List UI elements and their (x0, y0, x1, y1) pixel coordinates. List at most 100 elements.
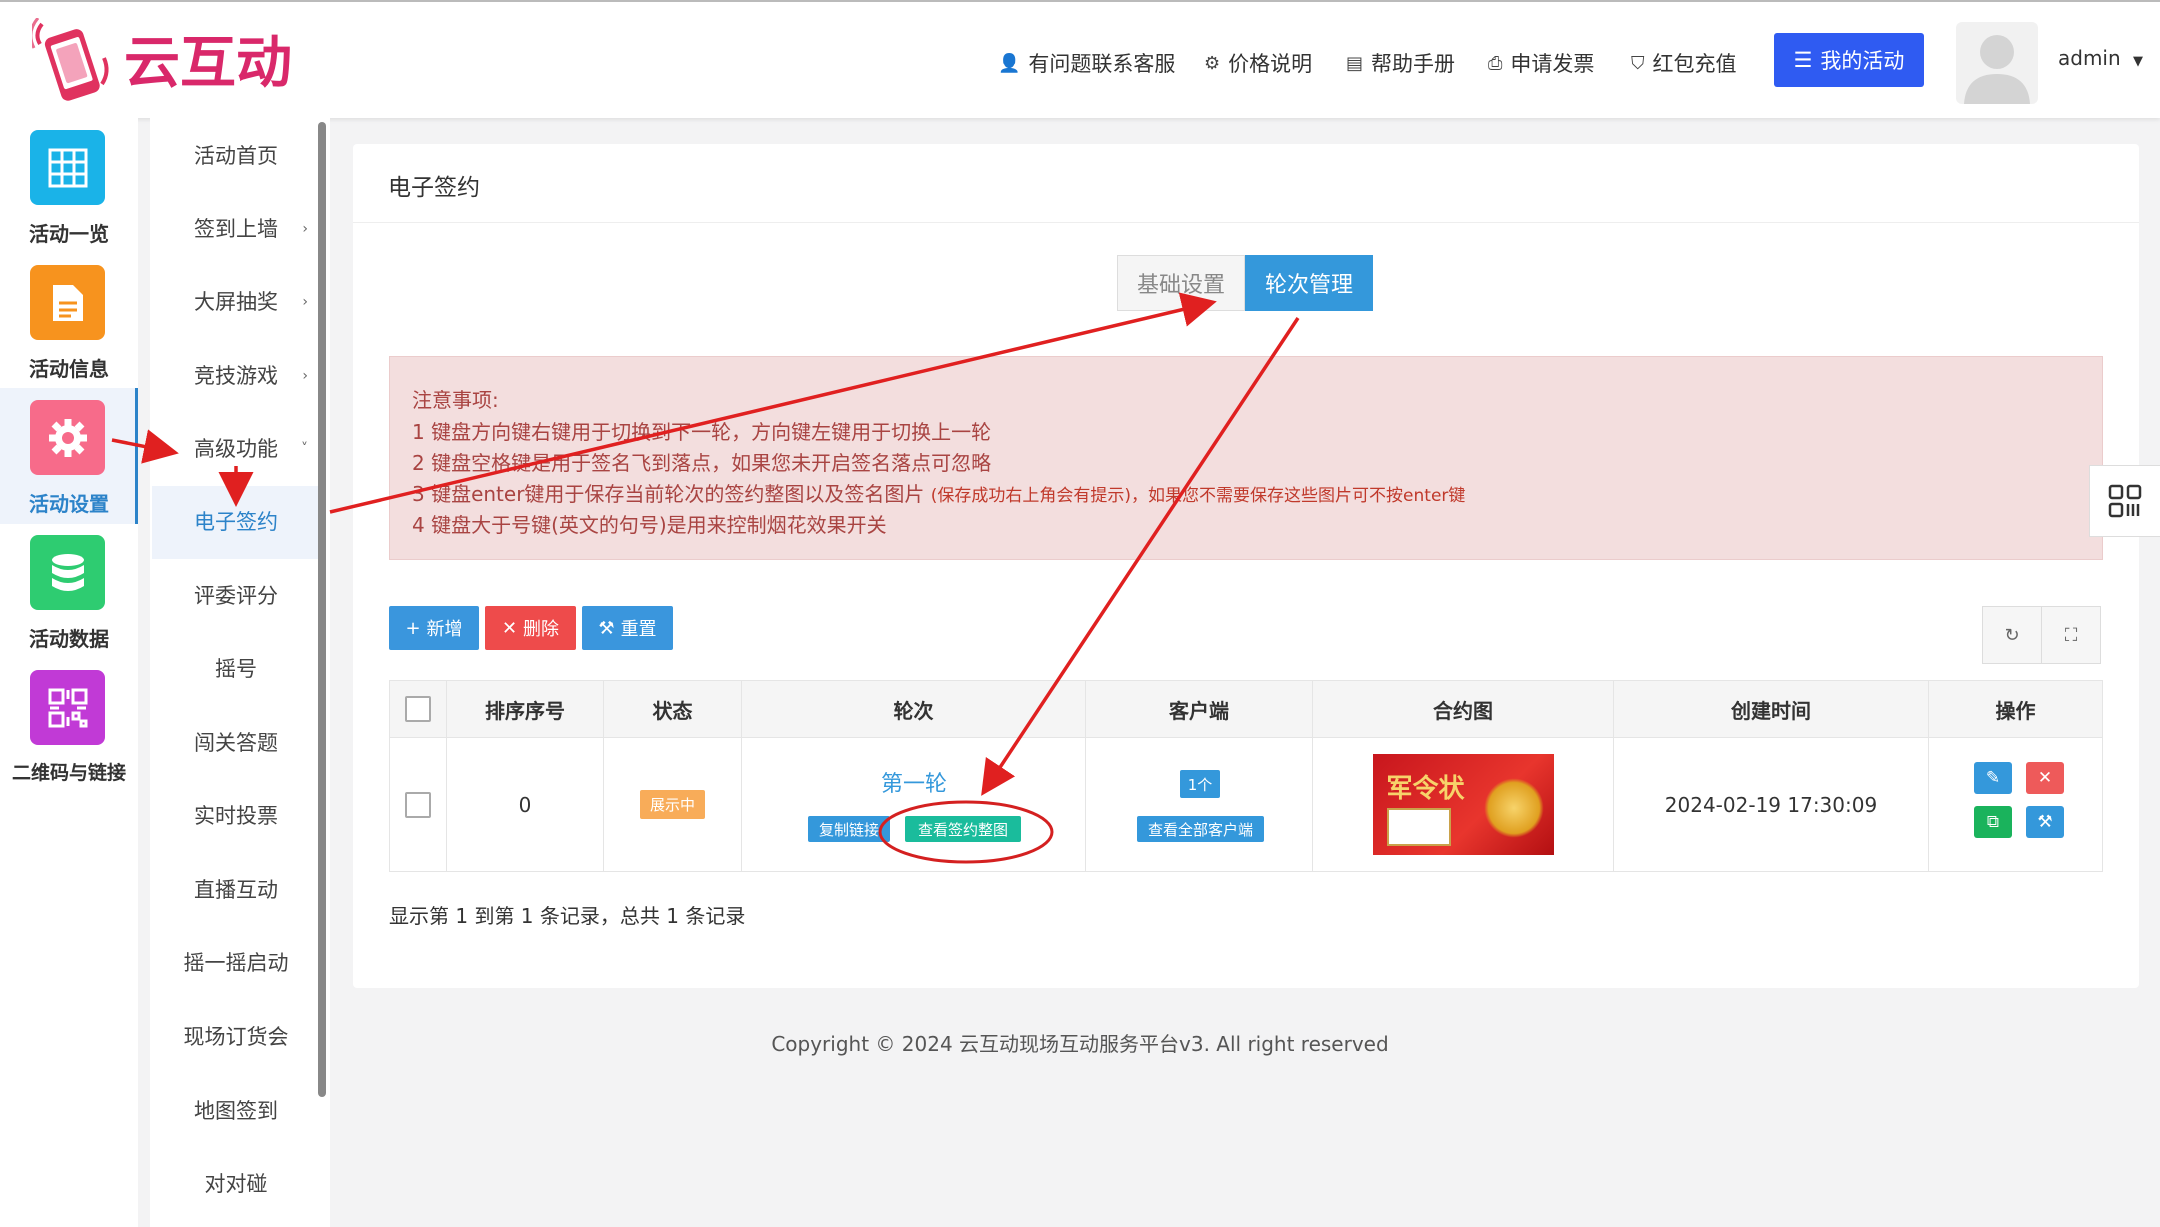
cell-client (1086, 737, 1313, 871)
book-icon: ▤ (1346, 52, 1364, 74)
copy-link-button[interactable]: 复制链接 (808, 816, 890, 842)
submenu-item-e-sign[interactable]: 电子签约 (152, 486, 320, 559)
submenu-item-games[interactable]: 竞技游戏 › (152, 340, 320, 413)
contract-thumbnail[interactable]: 军令状 (1372, 754, 1554, 855)
submenu-label: 高级功能 (194, 437, 278, 461)
submenu-label: 闯关答题 (194, 731, 278, 755)
invoice-link[interactable]: ⎙ 申请发票 (1488, 48, 1594, 78)
submenu-item-match[interactable]: 对对碰 (152, 1148, 320, 1221)
grid-icon (30, 130, 105, 205)
fullscreen-button[interactable]: ⛶ (2041, 606, 2101, 664)
thumbnail-title: 军令状 (1386, 774, 1465, 804)
my-activity-button[interactable]: ☰ 我的活动 (1774, 33, 1924, 87)
delete-button[interactable]: ✕ 删除 (485, 606, 576, 650)
rail-item-qrcode[interactable]: 二维码与链接 (0, 658, 138, 790)
tab-round-management[interactable]: 轮次管理 (1245, 255, 1373, 311)
chevron-right-icon: › (302, 368, 308, 384)
help-manual-label: 帮助手册 (1371, 52, 1456, 76)
submenu-label: 活动首页 (194, 144, 278, 168)
brand-logo[interactable]: 云互动 (29, 17, 342, 104)
view-all-clients-button[interactable]: 查看全部客户端 (1137, 816, 1264, 842)
submenu-label: 评委评分 (194, 584, 278, 608)
notice-line-1: 1 键盘方向键右键用于切换到下一轮，方向键左键用于切换上一轮 (412, 420, 992, 444)
plus-icon: + (405, 617, 421, 639)
submenu-item-judging[interactable]: 评委评分 (152, 560, 320, 633)
cell-status: 展示中 (604, 737, 742, 871)
avatar[interactable] (1956, 22, 2038, 104)
reset-button[interactable]: ⚒ 重置 (582, 606, 673, 650)
printer-icon: ⎙ (1488, 52, 1503, 74)
gear-icon: ⚙ (1204, 52, 1221, 74)
recharge-link[interactable]: ⛉ 红包充值 (1631, 48, 1737, 78)
view-sign-image-button[interactable]: 查看签约整图 (905, 816, 1021, 842)
submenu-label: 对对碰 (204, 1172, 268, 1196)
caret-down-icon: ▼ (2133, 54, 2144, 69)
copy-row-button[interactable]: ⧉ (1974, 806, 2012, 838)
user-menu[interactable]: admin ▼ (2058, 46, 2143, 70)
select-all-checkbox[interactable] (405, 696, 431, 722)
rail-item-data[interactable]: 活动数据 (0, 523, 138, 655)
submenu-item-shake[interactable]: 摇一摇启动 (152, 927, 320, 1000)
rail-item-info[interactable]: 活动信息 (0, 253, 138, 385)
row-checkbox[interactable] (405, 791, 431, 818)
header-contract-image: 合约图 (1313, 681, 1614, 737)
invoice-label: 申请发票 (1510, 52, 1595, 76)
recharge-label: 红包充值 (1652, 52, 1737, 76)
header-order: 排序序号 (447, 681, 604, 737)
floating-qrcode-button[interactable] (2089, 465, 2160, 537)
cell-actions (1929, 737, 2102, 871)
submenu-label: 摇号 (215, 657, 257, 681)
help-manual-link[interactable]: ▤ 帮助手册 (1346, 48, 1455, 78)
submenu-item-checkin-wall[interactable]: 签到上墙 › (152, 193, 320, 266)
submenu-item-live[interactable]: 直播互动 (152, 854, 320, 927)
remove-row-button[interactable]: ✕ (2026, 762, 2064, 794)
submenu-item-home[interactable]: 活动首页 (152, 120, 320, 193)
submenu-item-quiz[interactable]: 闯关答题 (152, 707, 320, 780)
refresh-button[interactable]: ↻ (1982, 606, 2042, 664)
pencil-icon: ✎ (1985, 768, 2001, 788)
reset-row-button[interactable]: ⚒ (2026, 806, 2064, 838)
cell-contract-image: 军令状 (1313, 737, 1614, 871)
phone-logo-icon: 云互动 (29, 17, 292, 101)
pricing-link[interactable]: ⚙ 价格说明 (1204, 48, 1312, 78)
submenu-item-voting[interactable]: 实时投票 (152, 780, 320, 853)
rail-label: 活动设置 (29, 492, 109, 516)
header-actions: 操作 (1929, 681, 2102, 737)
submenu-item-lottery[interactable]: 大屏抽奖 › (152, 266, 320, 339)
submenu-label: 实时投票 (194, 804, 278, 828)
row-select (390, 737, 447, 871)
client-count-badge[interactable]: 1个 (1180, 770, 1220, 798)
notice-line-3-text: 3 键盘enter键用于保存当前轮次的签约整图以及签名图片 (412, 482, 925, 506)
tab-basic-settings[interactable]: 基础设置 (1117, 255, 1245, 311)
shield-check-icon: ⛉ (1631, 52, 1645, 74)
document-icon (30, 265, 105, 340)
add-button[interactable]: + 新增 (389, 606, 479, 650)
header-created: 创建时间 (1614, 681, 1929, 737)
pagination-info: 显示第 1 到第 1 条记录，总共 1 条记录 (389, 904, 746, 928)
title-divider (353, 222, 2139, 223)
round-name-link[interactable]: 第一轮 (742, 766, 1086, 798)
submenu-item-advanced[interactable]: 高级功能 ˅ (152, 413, 320, 486)
submenu-scrollbar[interactable] (318, 122, 326, 1097)
qrcode-icon (30, 670, 105, 745)
submenu-label: 地图签到 (194, 1099, 278, 1123)
user-avatar-icon (1964, 35, 2030, 104)
submenu-label: 电子签约 (194, 510, 278, 534)
submenu-item-draw-number[interactable]: 摇号 (152, 633, 320, 706)
contact-support-link[interactable]: 👤 有问题联系客服 (998, 48, 1175, 78)
rail-item-settings[interactable]: 活动设置 (0, 388, 138, 524)
my-activity-label: 我的活动 (1820, 49, 1905, 73)
footer-copyright: Copyright © 2024 云互动现场互动服务平台v3. All righ… (771, 1032, 1389, 1056)
submenu-label: 直播互动 (194, 878, 278, 902)
edit-button[interactable]: ✎ (1974, 762, 2012, 794)
fullscreen-icon: ⛶ (2064, 624, 2078, 646)
submenu-item-map-checkin[interactable]: 地图签到 (152, 1075, 320, 1148)
rail-label: 活动数据 (29, 627, 109, 651)
chevron-right-icon: › (302, 294, 308, 310)
submenu-label: 竞技游戏 (194, 364, 278, 388)
database-icon (30, 535, 105, 610)
rail-item-overview[interactable]: 活动一览 (0, 118, 138, 250)
add-label: 新增 (426, 619, 463, 640)
reset-label: 重置 (620, 619, 657, 640)
submenu-label: 大屏抽奖 (194, 290, 278, 314)
